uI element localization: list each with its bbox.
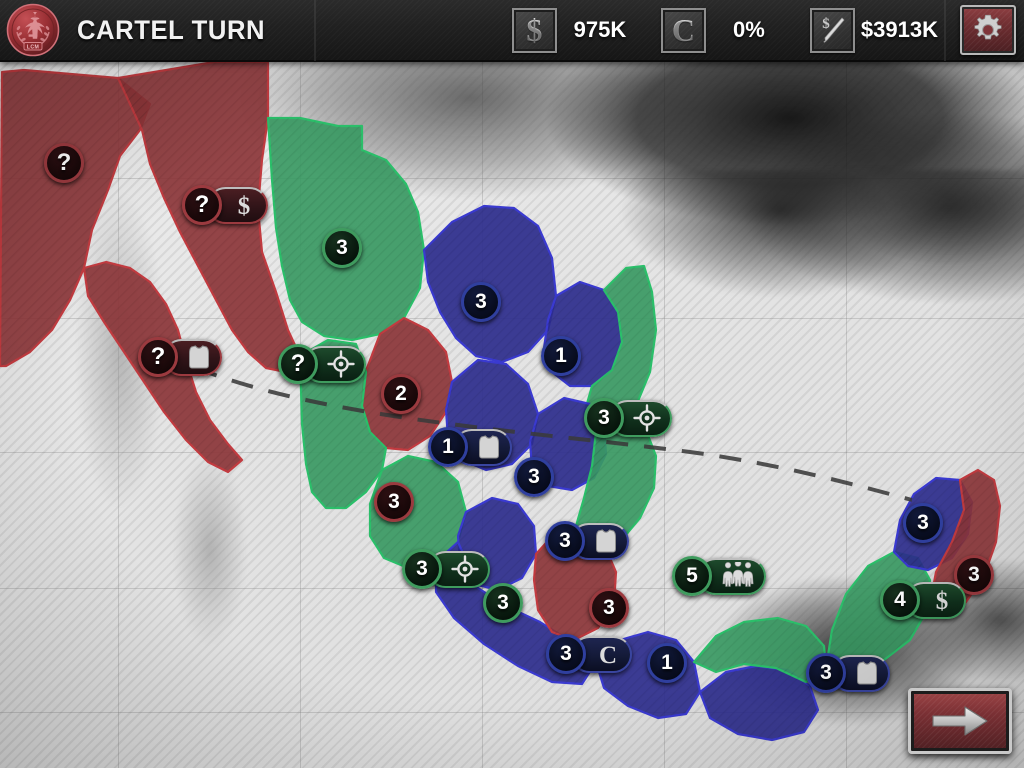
stat-drug-trade[interactable]: $ $3913K bbox=[792, 7, 938, 53]
knife-dollar-icon: $ bbox=[809, 7, 855, 53]
next-turn-button[interactable] bbox=[908, 688, 1012, 754]
territory-marker-nuevo-leon[interactable]: 1 bbox=[541, 336, 581, 376]
svg-text:$: $ bbox=[936, 588, 949, 614]
territory-marker-jalisco-n[interactable]: 3 bbox=[374, 482, 414, 522]
territory-marker-veracruz[interactable]: 3 bbox=[545, 521, 629, 561]
marker-strength-badge: 3 bbox=[584, 398, 624, 438]
territory-marker-yucatan[interactable]: 3 bbox=[903, 503, 943, 543]
territory-marker-durango[interactable]: 2 bbox=[381, 374, 421, 414]
page-title: CARTEL TURN bbox=[76, 14, 266, 45]
territory-marker-crowd-se[interactable]: 5 bbox=[672, 556, 766, 596]
gear-icon bbox=[974, 14, 1002, 40]
marker-strength-badge: ? bbox=[278, 344, 318, 384]
c-glyph: C bbox=[671, 12, 695, 48]
top-status-bar: LCM CARTEL TURN $ 975K C 0% $ $3913K bbox=[0, 0, 1024, 62]
territory-marker-michoacan[interactable]: 3 bbox=[483, 583, 523, 623]
stat-control-value: 0% bbox=[733, 17, 765, 42]
settings-button[interactable] bbox=[960, 5, 1016, 55]
marker-strength-badge: 3 bbox=[903, 503, 943, 543]
marker-strength-badge: ? bbox=[44, 143, 84, 183]
marker-strength-badge: 1 bbox=[541, 336, 581, 376]
marker-strength-badge: 3 bbox=[589, 588, 629, 628]
territory-marker-sanluis[interactable]: 3 bbox=[514, 457, 554, 497]
game-screen: ?? $3?? 3 1 2 3 1 3 3 3 3 5 3 3 3 3 4 $3 C 1 3 bbox=[0, 0, 1024, 768]
stat-drug-trade-value: $3913K bbox=[860, 17, 938, 42]
marker-strength-badge: ? bbox=[182, 185, 222, 225]
resource-stats: $ 975K C 0% $ $3913K bbox=[494, 7, 944, 53]
marker-strength-badge: 1 bbox=[647, 643, 687, 683]
territory-marker-oaxaca[interactable]: 1 bbox=[647, 643, 687, 683]
marker-strength-badge: 3 bbox=[546, 634, 586, 674]
bar-divider-2 bbox=[944, 0, 946, 61]
stat-cash[interactable]: $ 975K bbox=[494, 7, 637, 53]
territory-marker-coahuila[interactable]: 3 bbox=[461, 282, 501, 322]
svg-text:LCM: LCM bbox=[27, 44, 39, 50]
marker-strength-badge: 3 bbox=[322, 228, 362, 268]
marker-strength-badge: ? bbox=[138, 337, 178, 377]
svg-text:C: C bbox=[599, 642, 617, 668]
marker-strength-badge: 3 bbox=[374, 482, 414, 522]
arrow-right-icon bbox=[932, 706, 988, 736]
territory-marker-chihuahua[interactable]: 3 bbox=[322, 228, 362, 268]
svg-text:$: $ bbox=[238, 193, 251, 219]
bar-divider-1 bbox=[314, 0, 317, 61]
marker-strength-badge: 3 bbox=[514, 457, 554, 497]
territory-marker-mexico-df[interactable]: 3 bbox=[589, 588, 629, 628]
territory-marker-baja-norte[interactable]: ? bbox=[44, 143, 84, 183]
stat-cash-value: 975K bbox=[573, 17, 627, 42]
territory-marker-sinaloa[interactable]: ? bbox=[278, 344, 366, 384]
territory-marker-baja-sur[interactable]: ? bbox=[138, 337, 222, 377]
cocaine-c-icon: C bbox=[660, 7, 706, 53]
marker-strength-badge: 2 bbox=[381, 374, 421, 414]
marker-strength-badge: 4 bbox=[880, 580, 920, 620]
territory-marker-colima[interactable]: 3 bbox=[402, 549, 490, 589]
marker-strength-badge: 3 bbox=[402, 549, 442, 589]
svg-text:$: $ bbox=[823, 16, 831, 32]
marker-strength-badge: 3 bbox=[461, 282, 501, 322]
territory-marker-chiapas[interactable]: 3 bbox=[806, 653, 890, 693]
territory-marker-zacatecas[interactable]: 1 bbox=[428, 427, 512, 467]
dollar-icon: $ bbox=[511, 7, 557, 53]
marker-strength-badge: 1 bbox=[428, 427, 468, 467]
dollar-glyph: $ bbox=[526, 12, 543, 48]
stat-control[interactable]: C 0% bbox=[643, 7, 786, 53]
territory-marker-campeche[interactable]: 4 $ bbox=[880, 580, 966, 620]
territory-marker-tamaulipas[interactable]: 3 bbox=[584, 398, 672, 438]
marker-strength-badge: 5 bbox=[672, 556, 712, 596]
cartel-eagle-emblem: LCM bbox=[6, 3, 60, 57]
marker-strength-badge: 3 bbox=[806, 653, 846, 693]
marker-strength-badge: 3 bbox=[545, 521, 585, 561]
territory-marker-sonora[interactable]: ? $ bbox=[182, 185, 268, 225]
territory-marker-guerrero[interactable]: 3C bbox=[546, 634, 632, 674]
marker-strength-badge: 3 bbox=[483, 583, 523, 623]
